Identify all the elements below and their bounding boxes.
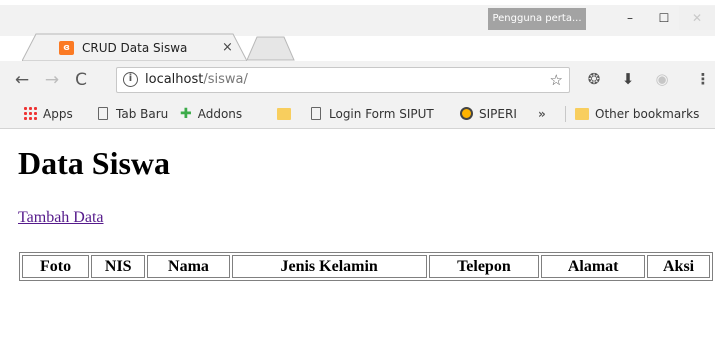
students-table: Foto NIS Nama Jenis Kelamin Telepon Alam… <box>19 252 713 281</box>
bookmark-star-icon[interactable]: ☆ <box>550 70 563 90</box>
forward-icon[interactable]: → <box>41 69 63 91</box>
bookmark-label: Tab Baru <box>116 107 169 121</box>
titlebar-background <box>0 5 715 36</box>
table-header-row: Foto NIS Nama Jenis Kelamin Telepon Alam… <box>22 255 710 278</box>
column-header-nis: NIS <box>91 255 146 278</box>
url-path: /siswa/ <box>203 72 248 87</box>
page-content: Data Siswa Tambah Data Foto NIS Nama Jen… <box>0 129 715 342</box>
page-title: Data Siswa <box>18 145 171 181</box>
bookmarks-overflow-button[interactable]: » <box>538 105 546 123</box>
globe-extension-icon[interactable]: ◉ <box>650 67 674 91</box>
address-bar[interactable]: i localhost/siswa/ ☆ <box>116 67 570 93</box>
puzzle-icon: ✚ <box>180 106 192 122</box>
page-icon <box>311 107 321 120</box>
download-icon[interactable]: ⬇ <box>616 67 640 91</box>
minimize-button[interactable]: – <box>612 6 648 30</box>
chrome-menu-icon[interactable]: ⋮ <box>691 67 715 91</box>
url-host: localhost <box>145 72 204 87</box>
folder-icon <box>575 108 589 120</box>
more-icon: » <box>538 107 546 121</box>
bookmark-other-bookmarks[interactable]: Other bookmarks <box>575 105 699 123</box>
add-data-link[interactable]: Tambah Data <box>18 208 104 228</box>
column-header-jenis-kelamin: Jenis Kelamin <box>231 255 427 278</box>
new-tab-button[interactable] <box>247 36 295 61</box>
xampp-icon: ɞ <box>59 41 74 55</box>
column-header-nama: Nama <box>147 255 230 278</box>
bookmark-label: SIPERI <box>479 107 517 121</box>
reload-icon[interactable]: C <box>70 69 92 91</box>
column-header-alamat: Alamat <box>541 255 646 278</box>
bookmark-label: Addons <box>197 107 243 121</box>
tab-crud-data-siswa[interactable]: ɞ CRUD Data Siswa × <box>22 33 247 62</box>
address-url[interactable]: localhost/siswa/ <box>145 71 248 89</box>
bookmark-login-form-siput[interactable]: Login Form SIPUT <box>311 105 434 123</box>
profile-button[interactable]: Pengguna perta... <box>488 8 586 30</box>
site-info-icon[interactable]: i <box>123 72 138 87</box>
column-header-telepon: Telepon <box>428 255 540 278</box>
bookmark-label: Login Form SIPUT <box>329 107 434 121</box>
tab-close-icon[interactable]: × <box>222 38 233 58</box>
back-icon[interactable]: ← <box>11 69 33 91</box>
page-icon <box>98 107 108 120</box>
extension-icon[interactable]: ❂ <box>582 67 606 91</box>
folder-icon <box>277 108 291 120</box>
apps-grid-icon <box>23 106 37 120</box>
tab-title: CRUD Data Siswa <box>82 41 188 55</box>
bookmark-label: Other bookmarks <box>595 107 700 121</box>
bookmark-siperi[interactable]: SIPERI <box>460 105 517 123</box>
bookmark-label: Apps <box>43 107 73 121</box>
bookmark-folder[interactable] <box>277 105 297 123</box>
close-window-button[interactable]: ✕ <box>679 6 715 30</box>
bookmark-apps[interactable]: Apps <box>23 105 73 123</box>
browser-toolbar: ← → C i localhost/siswa/ ☆ <box>0 61 715 99</box>
bookmarks-divider <box>565 106 566 122</box>
bookmark-addons[interactable]: ✚ Addons <box>180 105 242 123</box>
bookmarks-bar: Apps Tab Baru ✚ Addons Login Form SIPUT S… <box>0 99 715 129</box>
site-icon <box>460 107 473 120</box>
column-header-foto: Foto <box>22 255 90 278</box>
maximize-button[interactable]: ☐ <box>646 6 682 30</box>
bookmark-tab-baru[interactable]: Tab Baru <box>98 105 168 123</box>
column-header-aksi: Aksi <box>647 255 710 278</box>
